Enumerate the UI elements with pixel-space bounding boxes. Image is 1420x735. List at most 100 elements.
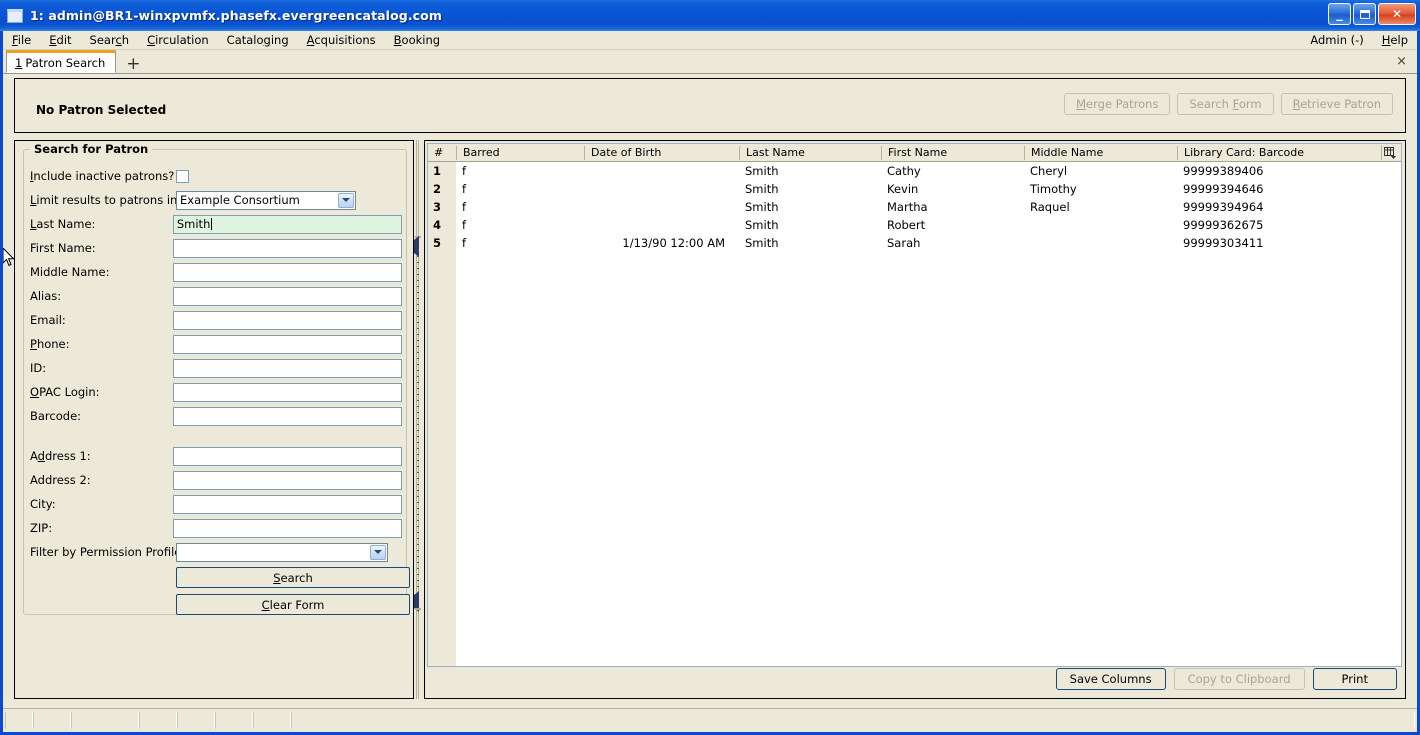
city-input[interactable] [172, 494, 402, 514]
results-rows: 1 f Smith Cathy Cheryl 99999389406 2 f S… [428, 162, 1401, 252]
menu-booking[interactable]: Booking [385, 31, 449, 49]
address2-input[interactable] [172, 470, 402, 490]
column-header-middle-name[interactable]: Middle Name [1024, 145, 1177, 160]
email-input[interactable] [172, 310, 402, 330]
menu-help[interactable]: Help [1373, 31, 1417, 49]
menu-circulation[interactable]: Circulation [138, 31, 218, 49]
phone-input[interactable] [172, 334, 402, 354]
table-row[interactable]: 2 f Smith Kevin Timothy 99999394646 [428, 180, 1401, 198]
results-header-row: # Barred Date of Birth Last Name First N… [428, 144, 1401, 162]
table-row[interactable]: 3 f Smith Martha Raquel 99999394964 [428, 198, 1401, 216]
chevron-down-icon[interactable] [338, 192, 354, 208]
cell-middle: Timothy [1030, 182, 1077, 196]
window-icon [7, 8, 23, 23]
splitter-bar-bottom [415, 608, 421, 610]
label-phone: Phone: [30, 337, 70, 351]
menu-search[interactable]: Search [81, 31, 139, 49]
table-row[interactable]: 1 f Smith Cathy Cheryl 99999389406 [428, 162, 1401, 180]
field-row-middle-name: Middle Name: [30, 260, 402, 284]
retrieve-patron-button[interactable]: Retrieve Patron [1280, 93, 1393, 115]
column-header-library-card-barcode[interactable]: Library Card: Barcode [1177, 145, 1385, 160]
table-row[interactable]: 4 f Smith Robert 99999362675 [428, 216, 1401, 234]
org-unit-select[interactable]: Example Consortium [176, 190, 356, 210]
cell-first: Robert [887, 218, 926, 232]
patron-status-label: No Patron Selected [36, 103, 167, 117]
label-middle-name: Middle Name: [30, 265, 110, 279]
patron-header-panel: No Patron Selected Merge Patrons Search … [14, 78, 1406, 133]
menu-edit[interactable]: Edit [40, 31, 80, 49]
column-header-first-name[interactable]: First Name [881, 145, 1024, 160]
menu-cataloging[interactable]: Cataloging [218, 31, 298, 49]
status-cell-3 [71, 712, 139, 729]
cell-barred: f [462, 182, 467, 196]
zip-input[interactable] [172, 518, 402, 538]
cell-barred: f [462, 200, 467, 214]
include-inactive-checkbox[interactable] [176, 169, 189, 183]
print-button[interactable]: Print [1312, 668, 1397, 690]
patron-results-list[interactable]: # Barred Date of Birth Last Name First N… [427, 143, 1402, 667]
column-header-number[interactable]: # [428, 146, 456, 160]
cell-barcode: 99999389406 [1183, 164, 1264, 178]
status-cell-2 [33, 712, 71, 729]
column-picker-icon[interactable] [1381, 145, 1399, 160]
column-header-last-name[interactable]: Last Name [739, 145, 881, 160]
last-name-input[interactable]: Smith [172, 214, 402, 234]
status-bar [3, 708, 1417, 732]
column-picker-glyph [1384, 146, 1396, 159]
field-row-id: ID: [30, 356, 402, 380]
cell-first: Sarah [887, 236, 921, 250]
close-tab-icon[interactable]: × [1396, 54, 1407, 69]
barcode-input[interactable] [172, 406, 402, 426]
maximize-icon [1354, 4, 1375, 24]
label-last-name: Last Name: [30, 217, 96, 231]
first-name-input[interactable] [172, 238, 402, 258]
minimize-button[interactable]: _ [1328, 3, 1351, 25]
search-for-patron-group: Search for Patron Include inactive patro… [23, 142, 410, 615]
tab-patron-search[interactable]: 1 Patron Search [6, 50, 117, 73]
cell-barred: f [462, 236, 467, 250]
tab-label: Patron Search [25, 55, 106, 70]
address1-input[interactable] [172, 446, 402, 466]
alias-input[interactable] [172, 286, 402, 306]
window-controls: _ ✕ [1328, 3, 1416, 25]
field-row-city: City: [30, 492, 402, 516]
clear-form-button[interactable]: Clear Form [176, 594, 410, 615]
save-columns-button[interactable]: Save Columns [1055, 668, 1166, 690]
merge-patrons-button[interactable]: Merge Patrons [1064, 93, 1171, 115]
menu-acquisitions[interactable]: Acquisitions [298, 31, 385, 49]
results-panel: # Barred Date of Birth Last Name First N… [424, 140, 1406, 699]
search-group-title: Search for Patron [30, 142, 153, 156]
status-cell-main [291, 712, 1415, 729]
cell-middle: Raquel [1030, 200, 1070, 214]
middle-name-input[interactable] [172, 262, 402, 282]
opac-login-input[interactable] [172, 382, 402, 402]
search-button[interactable]: Search [176, 567, 410, 588]
table-row[interactable]: 5 f 1/13/90 12:00 AM Smith Sarah 9999930… [428, 234, 1401, 252]
cell-barcode: 99999362675 [1183, 218, 1264, 232]
cell-barcode: 99999303411 [1183, 236, 1264, 250]
chevron-down-icon[interactable] [370, 544, 386, 560]
column-header-date-of-birth[interactable]: Date of Birth [584, 145, 739, 160]
splitter-grip [417, 250, 419, 590]
cell-last: Smith [745, 236, 779, 250]
patron-header-buttons: Merge Patrons Search Form Retrieve Patro… [1064, 93, 1393, 115]
field-row-permission-profile: Filter by Permission Profile: [30, 540, 402, 564]
new-tab-button[interactable]: + [122, 56, 144, 73]
maximize-button[interactable] [1353, 3, 1376, 25]
menu-admin[interactable]: Admin (-) [1301, 31, 1372, 49]
permission-profile-select[interactable] [176, 542, 388, 562]
panel-splitter[interactable] [412, 140, 424, 699]
field-row-zip: ZIP: [30, 516, 402, 540]
close-button[interactable]: ✕ [1378, 3, 1416, 25]
copy-to-clipboard-button[interactable]: Copy to Clipboard [1173, 668, 1305, 690]
menu-bar: FFileile Edit Search Circulation Catalog… [3, 31, 1417, 50]
id-input[interactable] [172, 358, 402, 378]
cell-barcode: 99999394646 [1183, 182, 1264, 196]
menu-file[interactable]: FFileile [3, 31, 40, 49]
title-bar: 1: admin@BR1-winxpvmfx.phasefx.evergreen… [0, 0, 1420, 31]
cell-barcode: 99999394964 [1183, 200, 1264, 214]
search-form-button[interactable]: Search Form [1177, 93, 1274, 115]
column-header-barred[interactable]: Barred [456, 145, 584, 160]
collapse-left-arrow-icon-2[interactable] [414, 591, 422, 612]
collapse-left-arrow-icon[interactable] [414, 236, 422, 257]
